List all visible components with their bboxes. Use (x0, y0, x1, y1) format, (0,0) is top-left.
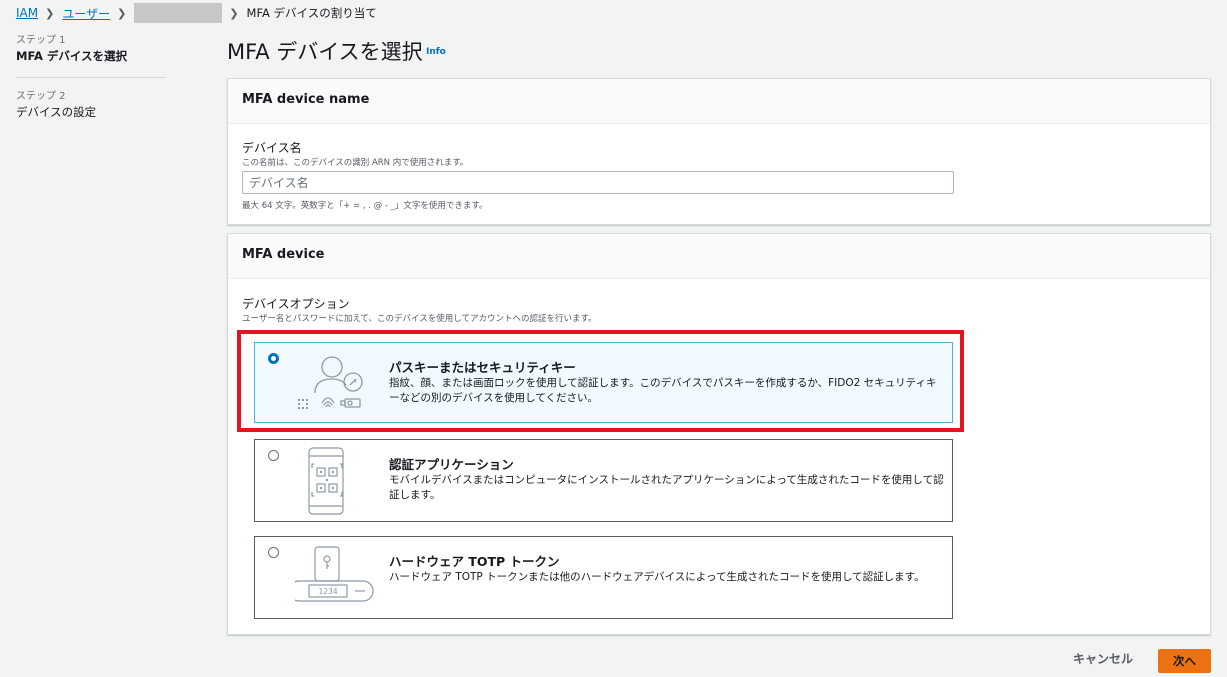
breadcrumb-users[interactable]: ユーザー (62, 5, 110, 22)
breadcrumb: IAM ❯ ユーザー ❯ ❯ MFA デバイスの割り当て (16, 3, 377, 23)
option-hardware-totp-description: ハードウェア TOTP トークンまたは他のハードウェアデバイスによって生成された… (389, 571, 925, 583)
chevron-right-icon: ❯ (45, 6, 55, 20)
authenticator-app-icon (308, 447, 344, 515)
breadcrumb-redacted-user (134, 3, 223, 23)
breadcrumb-current: MFA デバイスの割り当て (246, 6, 377, 20)
highlight-annotation (237, 330, 964, 432)
wizard-steps: ステップ 1 MFA デバイスを選択 ステップ 2 デバイスの設定 (16, 34, 166, 120)
breadcrumb-iam[interactable]: IAM (16, 6, 38, 20)
next-button[interactable]: 次へ (1158, 649, 1211, 673)
cancel-button[interactable]: キャンセル (1073, 650, 1133, 667)
device-name-label: デバイス名 (242, 141, 302, 155)
chevron-right-icon: ❯ (117, 6, 127, 20)
step-1-caption: ステップ 1 (16, 35, 66, 46)
hardware-token-icon: 1234 (295, 546, 374, 602)
option-hardware-totp[interactable]: 1234 ハードウェア TOTP トークン ハードウェア TOTP トークンまた… (254, 536, 953, 619)
device-name-panel: MFA device name デバイス名 この名前は、このデバイスの識別 AR… (227, 78, 1211, 225)
step-2-title: デバイスの設定 (16, 105, 97, 119)
option-hardware-totp-title: ハードウェア TOTP トークン (389, 554, 560, 569)
radio-hardware-totp[interactable] (268, 547, 279, 558)
info-link[interactable]: Info (426, 47, 446, 57)
option-authenticator-app-title: 認証アプリケーション (389, 457, 514, 472)
radio-authenticator-app[interactable] (268, 450, 279, 461)
device-options-label: デバイスオプション (242, 297, 350, 311)
step-2: ステップ 2 デバイスの設定 (16, 90, 166, 120)
step-2-caption: ステップ 2 (16, 91, 66, 102)
mfa-device-panel-header: MFA device (228, 234, 1210, 279)
page-title: MFA デバイスを選択 (227, 40, 423, 64)
step-divider (16, 77, 166, 78)
option-authenticator-app[interactable]: 認証アプリケーション モバイルデバイスまたはコンピュータにインストールされたアプ… (254, 439, 953, 522)
device-name-panel-header: MFA device name (228, 79, 1210, 124)
device-options-description: ユーザー名とパスワードに加えて、このデバイスを使用してアカウントへの認証を行いま… (242, 314, 597, 324)
device-name-constraint: 最大 64 文字。英数字と「+ = , . @ - _」文字を使用できます。 (242, 201, 488, 211)
device-name-input[interactable] (242, 171, 954, 194)
device-name-description: この名前は、このデバイスの識別 ARN 内で使用されます。 (242, 158, 469, 168)
option-authenticator-app-description: モバイルデバイスまたはコンピュータにインストールされたアプリケーションによって生… (389, 474, 944, 501)
step-1-title: MFA デバイスを選択 (16, 49, 128, 63)
mfa-device-panel: MFA device デバイスオプション ユーザー名とパスワードに加えて、このデ… (227, 233, 1211, 635)
token-display-digits: 1234 (318, 587, 337, 596)
chevron-right-icon: ❯ (229, 6, 239, 20)
step-1: ステップ 1 MFA デバイスを選択 (16, 34, 166, 64)
